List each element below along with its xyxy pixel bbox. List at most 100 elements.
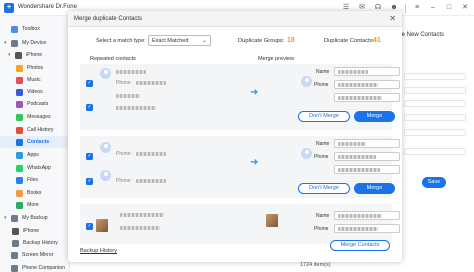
name-field[interactable]	[334, 67, 400, 76]
merge-button[interactable]: Merge	[354, 183, 395, 194]
sidebar-item-contacts[interactable]: Contacts	[0, 136, 70, 148]
close-icon[interactable]: ✕	[460, 3, 470, 13]
photos-icon	[16, 64, 23, 72]
checkbox[interactable]: ✓	[86, 153, 93, 160]
sidebar-item-apps[interactable]: Apps	[0, 149, 70, 161]
chevron-down-icon: ▾	[4, 40, 7, 46]
item-count: 1724 item(s)	[300, 262, 331, 268]
name-field[interactable]	[334, 211, 400, 220]
podcasts-icon	[16, 100, 23, 108]
checkbox[interactable]: ✓	[86, 104, 93, 111]
maximize-icon[interactable]: □	[444, 3, 454, 13]
sidebar-item-call-history[interactable]: Call History	[0, 124, 70, 136]
sidebar-item-podcasts[interactable]: Podcasts	[0, 98, 70, 110]
list-icon[interactable]: ≡	[412, 3, 422, 13]
duplicate-contacts-label: Duplicate Contacts:	[324, 38, 375, 44]
duplicate-group: ✓ Name Phone Merge Contacts	[80, 204, 400, 251]
close-icon[interactable]: ✕	[389, 14, 396, 23]
phone-redacted	[116, 106, 156, 110]
name-label: Name	[316, 213, 330, 219]
phone-label: Phone	[314, 154, 329, 160]
call-history-icon	[16, 126, 23, 134]
dialog-header: Merge duplicate Contacts ✕	[68, 11, 402, 27]
match-type-select[interactable]: Exact Matched ⌄	[148, 35, 211, 46]
titlebar-divider	[405, 3, 406, 13]
phone-field[interactable]	[334, 80, 400, 89]
screen-mirror-icon	[11, 251, 18, 259]
avatar	[100, 68, 111, 79]
sidebar-item-phone-companion[interactable]: Phone Companion	[0, 262, 70, 272]
arrow-right-icon: ➜	[250, 157, 259, 168]
books-icon	[16, 189, 23, 197]
sidebar-item-my-backup[interactable]: ▾ My Backup	[0, 212, 70, 224]
sidebar-item-more[interactable]: More	[0, 199, 70, 211]
sidebar: Toolbox ▾ My Device ▾ iPhone Photos Music …	[0, 16, 70, 272]
iphone-icon	[15, 51, 22, 59]
contact-photo	[96, 219, 108, 232]
arrow-right-icon: ➜	[250, 87, 259, 98]
backup-history-link[interactable]: Backup History	[80, 248, 117, 254]
new-contact-field[interactable]	[404, 100, 466, 107]
files-icon	[16, 176, 23, 184]
contact-name-redacted	[116, 94, 140, 98]
phone-label: Phone	[314, 226, 329, 232]
duplicate-groups-count: 18	[287, 37, 295, 44]
iphone-icon	[12, 227, 19, 235]
sidebar-item-backup-history[interactable]: Backup History	[0, 237, 70, 249]
music-icon	[16, 76, 23, 84]
duplicate-contacts-count: 41	[373, 37, 381, 44]
duplicate-group: ✓ Phone: ✓ ➜ Name Phone Don't Merge Merg…	[80, 64, 400, 130]
sidebar-item-photos[interactable]: Photos	[0, 62, 70, 74]
phone-text: Phone:	[116, 178, 132, 184]
duplicate-group: ✓ Phone: ✓ Phone: ➜ Name Phone Don't Mer…	[80, 136, 400, 198]
sidebar-item-screen-mirror[interactable]: Screen Mirror	[0, 249, 70, 261]
new-contact-field[interactable]	[404, 129, 466, 136]
checkbox[interactable]: ✓	[86, 223, 93, 230]
apps-icon	[16, 151, 23, 159]
merge-button[interactable]: Merge	[354, 111, 395, 122]
sidebar-item-iphone[interactable]: ▾ iPhone	[0, 49, 70, 61]
checkbox[interactable]: ✓	[86, 178, 93, 185]
merge-dialog: Merge duplicate Contacts ✕ Select a matc…	[68, 11, 402, 262]
contact-photo	[266, 214, 278, 227]
match-type-label: Select a match type:	[96, 38, 146, 44]
sidebar-item-my-device[interactable]: ▾ My Device	[0, 37, 70, 49]
contact-name-redacted	[116, 70, 146, 74]
new-contact-field[interactable]	[404, 114, 466, 121]
name-field[interactable]	[334, 139, 400, 148]
device-icon	[11, 39, 18, 47]
sidebar-item-messages[interactable]: Messages	[0, 111, 70, 123]
dont-merge-button[interactable]: Don't Merge	[298, 183, 350, 194]
new-contact-field[interactable]	[404, 87, 466, 94]
sidebar-item-files[interactable]: Files	[0, 174, 70, 186]
new-contact-heading: te New Contacts	[400, 32, 445, 38]
sidebar-item-toolbox[interactable]: Toolbox	[0, 23, 70, 35]
sidebar-item-books[interactable]: Books	[0, 187, 70, 199]
videos-icon	[16, 88, 23, 96]
phone-redacted	[136, 81, 166, 85]
sidebar-item-music[interactable]: Music	[0, 74, 70, 86]
phone-redacted	[136, 152, 166, 156]
phone-field[interactable]	[334, 93, 400, 102]
avatar	[100, 170, 111, 181]
sidebar-item-backup-iphone[interactable]: iPhone	[0, 225, 70, 237]
sidebar-item-videos[interactable]: Videos	[0, 86, 70, 98]
chevron-down-icon: ▾	[8, 52, 11, 58]
messages-icon	[16, 113, 23, 121]
phone-field[interactable]	[334, 152, 400, 161]
save-button[interactable]: Save	[422, 177, 446, 188]
new-contact-field[interactable]	[404, 148, 466, 155]
minimize-icon[interactable]: –	[428, 3, 438, 13]
phone-redacted	[120, 226, 160, 230]
phone-label: Phone	[314, 82, 329, 88]
phone-field[interactable]	[334, 165, 400, 174]
checkbox[interactable]: ✓	[86, 80, 93, 87]
phone-field[interactable]	[334, 224, 400, 233]
sidebar-item-whatsapp[interactable]: WhatsApp	[0, 162, 70, 174]
new-contact-field[interactable]	[404, 73, 466, 80]
more-icon	[16, 201, 23, 209]
contacts-icon	[16, 138, 23, 146]
merge-contacts-button[interactable]: Merge Contacts	[330, 240, 390, 251]
dont-merge-button[interactable]: Don't Merge	[298, 111, 350, 122]
dialog-title: Merge duplicate Contacts	[74, 16, 143, 22]
